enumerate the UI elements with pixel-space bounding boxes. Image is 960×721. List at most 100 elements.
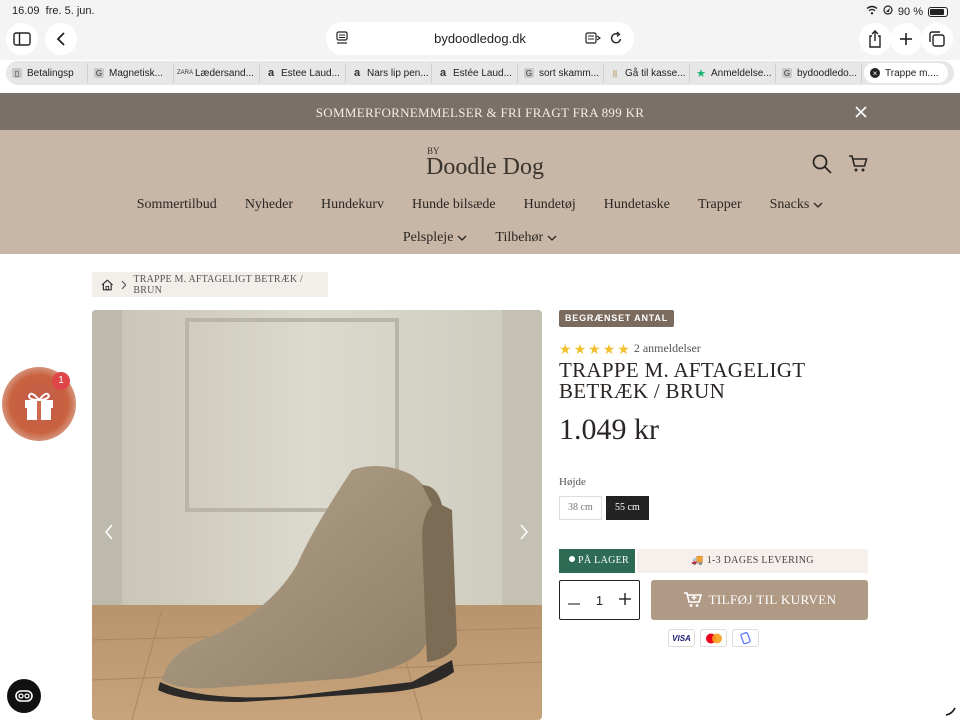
new-tab-button[interactable] bbox=[890, 23, 922, 55]
product-title: TRAPPE M. AFTAGELIGT BETRÆK / BRUN bbox=[559, 360, 859, 402]
gift-icon bbox=[25, 392, 53, 420]
nav-item-hunde-bilsaede[interactable]: Hunde bilsæde bbox=[398, 197, 510, 213]
tab-overview-button[interactable] bbox=[921, 23, 953, 55]
star-icon: ★ bbox=[617, 340, 630, 357]
battery-percent: 90 % bbox=[897, 5, 923, 18]
height-label: Højde bbox=[559, 476, 586, 488]
search-icon[interactable] bbox=[812, 154, 832, 179]
tab-bar: ▯ Betalingsp G Magnetisk... ZARA Lædersand.… bbox=[6, 61, 954, 85]
nav-item-trapper[interactable]: Trapper bbox=[684, 197, 756, 213]
tab-0[interactable]: ▯ Betalingsp bbox=[6, 63, 88, 83]
quantity-value[interactable]: 1 bbox=[596, 593, 603, 608]
gallery-prev-icon[interactable] bbox=[104, 524, 114, 545]
amazon-favicon-icon: a bbox=[353, 67, 361, 79]
truck-icon: 🚚 bbox=[691, 555, 704, 566]
limited-badge: BEGRÆNSET ANTAL bbox=[559, 310, 674, 327]
close-tab-icon[interactable]: × bbox=[870, 68, 880, 78]
shop-favicon-icon: || bbox=[612, 68, 618, 78]
tab-6[interactable]: Gsort skamm... bbox=[518, 63, 604, 83]
cart-plus-icon bbox=[683, 592, 702, 607]
product-gallery[interactable] bbox=[92, 310, 542, 720]
nav-item-sommertilbud[interactable]: Sommertilbud bbox=[123, 197, 231, 213]
sidebar-icon bbox=[13, 32, 31, 46]
mastercard-icon bbox=[700, 629, 727, 647]
star-icon: ★ bbox=[573, 340, 587, 357]
battery-fill bbox=[930, 8, 945, 15]
nav-item-snacks-label: Snacks bbox=[769, 197, 810, 212]
address-bar[interactable]: bydoodledog.dk bbox=[326, 22, 634, 55]
nav-item-hundetaske[interactable]: Hundetaske bbox=[590, 197, 684, 213]
plus-icon bbox=[900, 33, 912, 45]
delivery-label: 1-3 DAGES LEVERING bbox=[706, 555, 814, 566]
tab-3[interactable]: a Estee Laud... bbox=[260, 63, 346, 83]
chat-icon bbox=[15, 690, 33, 702]
option-55cm[interactable]: 55 cm bbox=[606, 496, 649, 520]
star-icon: ★ bbox=[559, 340, 572, 357]
product-price: 1.049 kr bbox=[559, 413, 659, 446]
chevron-down-icon bbox=[547, 235, 557, 241]
back-button[interactable] bbox=[45, 23, 77, 55]
payment-favicon-icon: ▯ bbox=[12, 68, 22, 78]
sidebar-toggle-button[interactable] bbox=[6, 23, 38, 55]
nav-item-nyheder[interactable]: Nyheder bbox=[231, 197, 307, 213]
stock-status: PÅ LAGER bbox=[559, 549, 635, 573]
close-icon[interactable] bbox=[853, 104, 869, 120]
tab-1[interactable]: G Magnetisk... bbox=[88, 63, 174, 83]
nav-item-hundekurv[interactable]: Hundekurv bbox=[307, 197, 398, 213]
google-favicon-icon: G bbox=[94, 68, 104, 78]
tab-7[interactable]: || Gå til kasse... bbox=[604, 63, 690, 83]
add-to-cart-button[interactable]: TILFØJ TIL KURVEN bbox=[651, 580, 868, 620]
share-icon bbox=[869, 30, 881, 48]
nav-item-pelspleje-label: Pelspleje bbox=[402, 230, 454, 245]
tab-2[interactable]: ZARA Lædersand... bbox=[174, 63, 260, 83]
chat-button[interactable] bbox=[7, 679, 41, 713]
chevron-left-icon bbox=[56, 32, 65, 46]
tab-4[interactable]: a Nars lip pen... bbox=[346, 63, 432, 83]
chevron-down-icon bbox=[457, 235, 467, 241]
reload-icon[interactable] bbox=[610, 31, 623, 50]
product-rating[interactable]: ★ ★ ★ ★ ★ 2 anmeldelser bbox=[559, 341, 701, 356]
chevron-right-icon bbox=[121, 280, 127, 289]
nav-item-snacks[interactable]: Snacks bbox=[756, 197, 838, 213]
product-title-line1: TRAPPE M. AFTAGELIGT bbox=[559, 358, 806, 382]
secondary-nav: Pelspleje Tilbehør bbox=[0, 230, 960, 246]
status-bar: 16.09 fre. 5. jun. 90 % bbox=[0, 0, 960, 22]
nav-item-tilbehoer[interactable]: Tilbehør bbox=[481, 230, 571, 246]
plus-icon[interactable] bbox=[618, 592, 631, 608]
logo-name: Doodle Dog bbox=[426, 154, 544, 180]
reader-icon[interactable] bbox=[585, 31, 602, 50]
announcement-bar: SOMMERFORNEMMELSER & FRI FRAGT FRA 899 K… bbox=[0, 93, 960, 130]
resize-handle-icon[interactable] bbox=[944, 703, 956, 721]
share-button[interactable] bbox=[859, 23, 891, 55]
tab-8[interactable]: ★ Anmeldelse... bbox=[690, 63, 776, 83]
tabs-icon bbox=[929, 31, 945, 47]
tab-5[interactable]: a Estée Laud... bbox=[432, 63, 518, 83]
status-indicators: 90 % bbox=[866, 5, 948, 18]
option-38cm[interactable]: 38 cm bbox=[559, 496, 602, 520]
delivery-info: 🚚 1-3 DAGES LEVERING bbox=[637, 549, 868, 573]
home-icon[interactable] bbox=[101, 278, 114, 291]
nav-item-tilbehoer-label: Tilbehør bbox=[495, 230, 544, 245]
nav-item-pelspleje[interactable]: Pelspleje bbox=[389, 230, 482, 246]
star-icon: ★ bbox=[588, 340, 601, 357]
battery-icon bbox=[928, 6, 948, 17]
tab-active[interactable]: × Trappe m.... bbox=[864, 63, 948, 83]
google-favicon-icon: G bbox=[782, 68, 792, 78]
quantity-stepper: 1 bbox=[559, 580, 640, 620]
product-title-line2: BETRÆK / BRUN bbox=[559, 379, 726, 403]
product-image bbox=[92, 310, 542, 720]
breadcrumb-current: TRAPPE M. AFTAGELIGT BETRÆK / BRUN bbox=[133, 273, 303, 296]
google-favicon-icon: G bbox=[524, 68, 534, 78]
cart-icon[interactable] bbox=[848, 155, 868, 178]
star-icon: ★ bbox=[602, 340, 616, 357]
trustpilot-favicon-icon: ★ bbox=[696, 67, 706, 80]
zara-favicon-icon: ZARA bbox=[177, 70, 194, 76]
minus-icon[interactable] bbox=[568, 593, 580, 608]
tab-9[interactable]: Gbydoodledo... bbox=[776, 63, 862, 83]
mobilepay-icon bbox=[732, 629, 759, 647]
add-to-cart-label: TILFØJ TIL KURVEN bbox=[708, 592, 837, 607]
amazon-favicon-icon: a bbox=[439, 67, 447, 79]
gallery-next-icon[interactable] bbox=[519, 524, 529, 545]
visa-icon: VISA bbox=[668, 629, 695, 647]
nav-item-hundetoej[interactable]: Hundetøj bbox=[510, 197, 590, 213]
